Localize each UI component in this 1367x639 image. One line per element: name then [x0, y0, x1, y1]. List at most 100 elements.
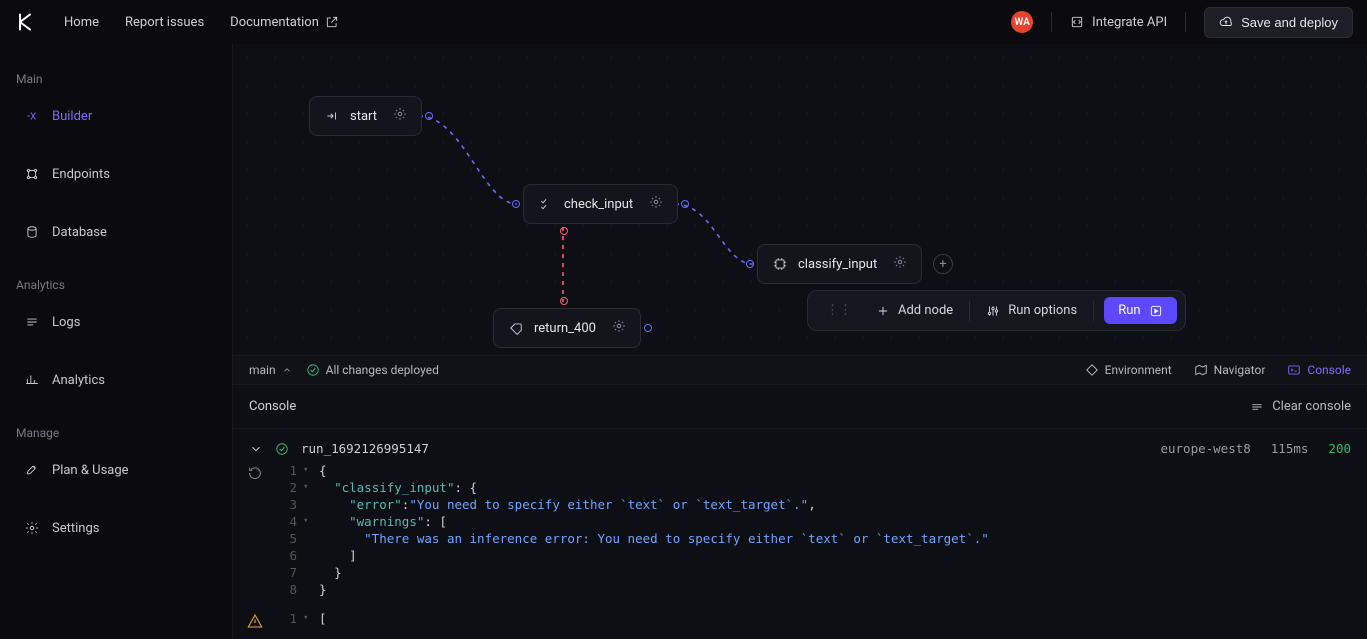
- input-port[interactable]: [512, 200, 520, 208]
- gear-icon[interactable]: [893, 255, 907, 273]
- sidebar-item-logs[interactable]: Logs: [12, 304, 220, 340]
- input-port[interactable]: [560, 297, 568, 305]
- nav-documentation-label: Documentation: [230, 15, 319, 30]
- run-meta: europe-west8 115ms 200: [1160, 441, 1351, 456]
- branch-selector[interactable]: main: [249, 363, 292, 377]
- start-icon: [324, 108, 340, 124]
- output-port[interactable]: [681, 200, 689, 208]
- play-icon: [1149, 304, 1163, 318]
- code-line: 2▾ "classify_input": {: [273, 479, 1357, 496]
- add-node-button[interactable]: Add node: [862, 297, 967, 324]
- nav-documentation[interactable]: Documentation: [230, 15, 339, 30]
- gear-icon[interactable]: [393, 107, 407, 125]
- code-line: 3 "error": "You need to specify either `…: [273, 496, 1357, 513]
- save-deploy-button[interactable]: Save and deploy: [1204, 7, 1353, 38]
- output-port[interactable]: [644, 324, 652, 332]
- run-region: europe-west8: [1160, 441, 1250, 456]
- console-panel: Console Clear console run_1692126995147 …: [233, 385, 1367, 639]
- sidebar-item-endpoints[interactable]: Endpoints: [12, 156, 220, 192]
- gear-icon: [24, 520, 40, 536]
- console-body[interactable]: run_1692126995147 europe-west8 115ms 200…: [233, 429, 1367, 639]
- sidebar: Main Builder Endpoints Database Analytic…: [0, 44, 232, 639]
- database-icon: [24, 224, 40, 240]
- rocket-icon: [24, 462, 40, 478]
- sidebar-item-analytics[interactable]: Analytics: [12, 362, 220, 398]
- gear-icon[interactable]: [649, 195, 663, 213]
- output-port[interactable]: [425, 112, 433, 120]
- clear-console-button[interactable]: Clear console: [1250, 399, 1351, 414]
- run-options-button[interactable]: Run options: [972, 297, 1091, 324]
- code-line: 5 "There was an inference error: You nee…: [273, 530, 1357, 547]
- sidebar-item-plan-usage[interactable]: Plan & Usage: [12, 452, 220, 488]
- main: Main Builder Endpoints Database Analytic…: [0, 44, 1367, 639]
- sliders-icon: [986, 304, 1000, 318]
- gear-icon[interactable]: [612, 319, 626, 337]
- divider: [1093, 301, 1094, 321]
- node-check-input[interactable]: check_input: [523, 184, 678, 224]
- code-line: 1▾[: [273, 610, 1357, 627]
- node-start[interactable]: start: [309, 96, 422, 136]
- check-circle-icon: [275, 442, 289, 456]
- status-strip: main All changes deployed Environment Na…: [233, 355, 1367, 385]
- run-label: Run: [1118, 303, 1140, 318]
- code-line: 4▾ "warnings": [: [273, 513, 1357, 530]
- sidebar-item-label: Logs: [52, 315, 80, 330]
- topbar-right: WA Integrate API Save and deploy: [1011, 7, 1353, 38]
- canvas-action-bar: ⋮⋮ Add node Run options Run: [807, 290, 1186, 331]
- sidebar-section-main: Main Builder Endpoints Database: [12, 66, 220, 250]
- sidebar-section-title: Main: [12, 66, 220, 98]
- tab-navigator[interactable]: Navigator: [1194, 363, 1266, 377]
- node-label: start: [350, 109, 377, 124]
- sidebar-item-builder[interactable]: Builder: [12, 98, 220, 134]
- branch-label: main: [249, 363, 276, 377]
- input-port[interactable]: [746, 260, 754, 268]
- run-options-label: Run options: [1008, 303, 1077, 318]
- tag-icon: [508, 320, 524, 336]
- avatar[interactable]: WA: [1011, 11, 1033, 33]
- integrate-api-button[interactable]: Integrate API: [1070, 15, 1167, 30]
- chevron-up-icon: [282, 365, 292, 375]
- tab-label: Console: [1307, 363, 1351, 377]
- console-run-row[interactable]: run_1692126995147 europe-west8 115ms 200: [243, 435, 1357, 462]
- builder-icon: [24, 108, 40, 124]
- node-label: return_400: [534, 321, 596, 336]
- chevron-down-icon[interactable]: [249, 442, 263, 456]
- tab-environment[interactable]: Environment: [1085, 363, 1172, 377]
- check-icon: [538, 196, 554, 212]
- app-logo[interactable]: [14, 11, 36, 33]
- tab-console[interactable]: Console: [1287, 363, 1351, 377]
- console-output: 1▾{ 2▾ "classify_input": { 3 "error": "Y…: [243, 462, 1357, 598]
- sidebar-item-label: Endpoints: [52, 167, 110, 182]
- run-latency: 115ms: [1271, 441, 1309, 456]
- nav-home[interactable]: Home: [64, 15, 99, 30]
- console-header: Console Clear console: [233, 385, 1367, 429]
- divider: [969, 301, 970, 321]
- sidebar-item-database[interactable]: Database: [12, 214, 220, 250]
- nav-report-issues[interactable]: Report issues: [125, 15, 204, 30]
- terminal-icon: [1287, 363, 1301, 377]
- sidebar-item-settings[interactable]: Settings: [12, 510, 220, 546]
- add-output-button[interactable]: +: [933, 254, 953, 274]
- external-link-icon: [325, 15, 339, 29]
- node-classify-input[interactable]: classify_input: [757, 244, 922, 284]
- drag-handle-icon[interactable]: ⋮⋮: [816, 303, 862, 318]
- deploy-status-label: All changes deployed: [326, 363, 439, 377]
- run-button[interactable]: Run: [1104, 297, 1176, 324]
- flow-canvas[interactable]: start check_input classify_input +: [233, 44, 1367, 355]
- rerun-icon[interactable]: [247, 465, 263, 481]
- sidebar-section-title: Manage: [12, 420, 220, 452]
- flow-edges: [233, 44, 1367, 355]
- divider: [1051, 12, 1052, 32]
- code-line: 1▾{: [273, 462, 1357, 479]
- code-line: 7 }: [273, 564, 1357, 581]
- code-line: 6 ]: [273, 547, 1357, 564]
- diamond-icon: [1085, 363, 1099, 377]
- cloud-upload-icon: [1219, 15, 1233, 29]
- node-return-400[interactable]: return_400: [493, 308, 641, 348]
- console-title: Console: [249, 399, 296, 414]
- run-status-code: 200: [1328, 441, 1351, 456]
- integrate-api-label: Integrate API: [1092, 15, 1167, 30]
- clear-console-label: Clear console: [1272, 399, 1351, 414]
- divider: [1185, 12, 1186, 32]
- error-port[interactable]: [560, 227, 568, 235]
